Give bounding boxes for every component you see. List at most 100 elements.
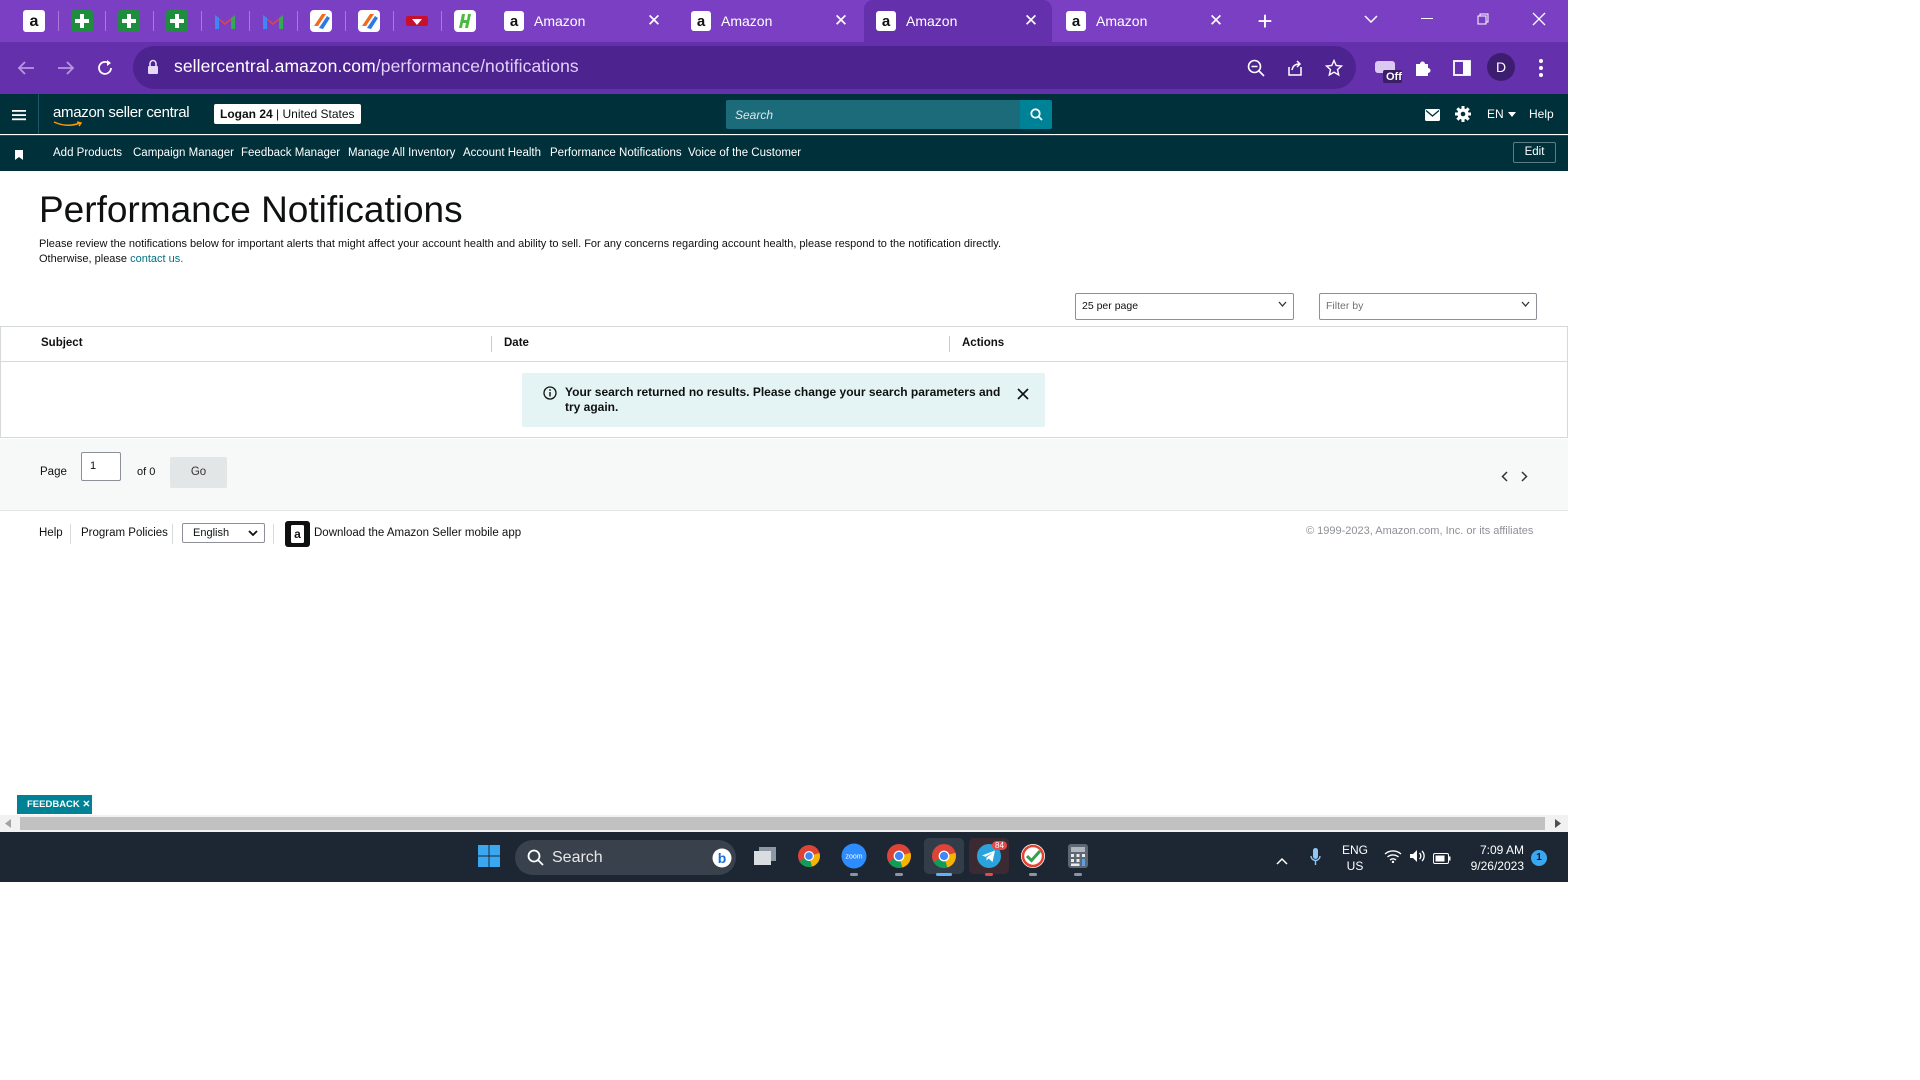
telegram-badge: 84: [992, 841, 1007, 850]
per-page-select[interactable]: 25 per page: [1075, 293, 1294, 320]
help-link[interactable]: Help: [1529, 107, 1554, 121]
input-language-indicator[interactable]: ENG US: [1342, 842, 1368, 874]
seller-central-logo[interactable]: amazon seller central: [53, 104, 190, 127]
filter-select[interactable]: Filter by: [1319, 293, 1537, 320]
search-input[interactable]: Search: [726, 100, 1021, 129]
chrome-icon[interactable]: [795, 842, 823, 870]
close-tab-icon[interactable]: ✕: [643, 11, 665, 31]
download-app-link[interactable]: Download the Amazon Seller mobile app: [314, 527, 521, 539]
bing-icon[interactable]: b: [712, 848, 732, 868]
nav-item-campaign-manager[interactable]: Campaign Manager: [133, 147, 234, 159]
tab-separator: [297, 11, 298, 31]
new-tab-plus-icon[interactable]: +: [1252, 6, 1278, 36]
system-tray-chevron-up-icon[interactable]: [1276, 852, 1288, 870]
store-switcher[interactable]: Logan 24 | United States: [214, 104, 361, 124]
profile-avatar[interactable]: D: [1487, 53, 1515, 81]
zoom-icon[interactable]: zoom: [840, 842, 868, 870]
previous-page-chevron-icon[interactable]: [1501, 469, 1508, 487]
footer-help-link[interactable]: Help: [39, 527, 63, 539]
checkmark-app-icon[interactable]: [1019, 842, 1047, 870]
search-button[interactable]: [1020, 100, 1052, 129]
chevron-down-icon: [1278, 301, 1287, 307]
pinned-tab-gmail[interactable]: [212, 8, 238, 34]
next-page-chevron-icon[interactable]: [1521, 469, 1528, 487]
nav-item-voice-of-the-customer[interactable]: Voice of the Customer: [688, 147, 801, 159]
close-alert-icon[interactable]: [1017, 387, 1029, 405]
go-button[interactable]: Go: [170, 457, 227, 488]
more-menu-icon[interactable]: [1525, 52, 1557, 84]
windows-start-icon[interactable]: [475, 842, 503, 870]
task-view-icon[interactable]: [751, 842, 779, 870]
close-tab-icon[interactable]: ✕: [830, 11, 852, 31]
taskbar-search-box[interactable]: Search b: [515, 840, 736, 875]
pinned-tab-app[interactable]: [308, 8, 334, 34]
pinned-tab-gmail[interactable]: [260, 8, 286, 34]
close-tab-icon[interactable]: ✕: [1205, 11, 1227, 31]
edit-nav-button[interactable]: Edit: [1513, 142, 1556, 163]
nav-item-account-health[interactable]: Account Health: [463, 147, 541, 159]
pinned-tab-amazon[interactable]: a: [21, 8, 47, 34]
pinned-tab-sheets[interactable]: [116, 8, 142, 34]
bookmark-icon[interactable]: [15, 147, 23, 165]
nav-item-performance-notifications[interactable]: Performance Notifications: [550, 147, 682, 159]
pinned-tab-app[interactable]: [452, 8, 478, 34]
lock-icon[interactable]: [147, 59, 159, 80]
settings-gear-icon[interactable]: [1455, 106, 1471, 127]
wifi-icon[interactable]: [1384, 849, 1402, 868]
tab-search-chevron-icon[interactable]: [1348, 0, 1394, 38]
back-arrow-icon[interactable]: [10, 52, 42, 84]
divider: [70, 524, 71, 544]
volume-icon[interactable]: [1409, 849, 1427, 868]
microphone-icon[interactable]: [1310, 848, 1321, 871]
battery-icon[interactable]: [1433, 851, 1451, 869]
nav-item-feedback-manager[interactable]: Feedback Manager: [241, 147, 340, 159]
contact-us-link[interactable]: contact us.: [130, 253, 183, 265]
mail-icon[interactable]: [1425, 108, 1440, 126]
browser-tab[interactable]: a Amazon ✕: [679, 0, 862, 42]
tab-separator: [201, 11, 202, 31]
scrollbar-thumb[interactable]: [20, 817, 1545, 830]
close-tab-icon[interactable]: ✕: [1020, 11, 1042, 31]
side-panel-icon[interactable]: [1446, 52, 1478, 84]
calculator-icon[interactable]: [1064, 842, 1092, 870]
chrome-profile-icon[interactable]: [885, 842, 913, 870]
scroll-right-arrow-icon[interactable]: [1555, 819, 1561, 828]
hamburger-menu-icon[interactable]: [12, 108, 26, 126]
feedback-tab[interactable]: FEEDBACK ✕: [17, 795, 92, 814]
extension-off-icon[interactable]: Off: [1371, 54, 1403, 86]
telegram-icon[interactable]: 84: [969, 838, 1009, 874]
language-menu[interactable]: EN: [1487, 107, 1516, 121]
pinned-tab-app[interactable]: [356, 8, 382, 34]
extensions-puzzle-icon[interactable]: [1407, 52, 1439, 84]
footer-program-policies-link[interactable]: Program Policies: [81, 527, 168, 539]
minimize-icon[interactable]: [1404, 0, 1450, 38]
nav-item-manage-all-inventory[interactable]: Manage All Inventory: [348, 147, 455, 159]
bookmark-star-icon[interactable]: [1318, 52, 1350, 84]
browser-tab[interactable]: a Amazon ✕: [492, 0, 675, 42]
close-window-icon[interactable]: [1516, 0, 1562, 38]
clock[interactable]: 7:09 AM 9/26/2023: [1462, 842, 1524, 874]
horizontal-scrollbar[interactable]: [0, 815, 1568, 832]
chrome-active-icon[interactable]: [924, 838, 964, 874]
pinned-tab-sheets[interactable]: [164, 8, 190, 34]
page-number-input[interactable]: 1: [81, 452, 121, 481]
scroll-left-arrow-icon[interactable]: [5, 819, 11, 828]
reload-icon[interactable]: [89, 52, 121, 84]
nav-item-add-products[interactable]: Add Products: [53, 147, 122, 159]
browser-tab-active[interactable]: a Amazon ✕: [864, 0, 1052, 42]
share-icon[interactable]: [1279, 52, 1311, 84]
footer-language-select[interactable]: English: [182, 523, 265, 543]
browser-tab[interactable]: a Amazon ✕: [1054, 0, 1237, 42]
close-feedback-icon[interactable]: ✕: [82, 799, 90, 810]
pinned-tab-app[interactable]: [404, 8, 430, 34]
pinned-tab-sheets[interactable]: [69, 8, 95, 34]
table-header-divider: [0, 361, 1568, 362]
notification-badge[interactable]: 1: [1531, 850, 1547, 866]
column-header-date[interactable]: Date: [504, 337, 529, 349]
restore-icon[interactable]: [1460, 0, 1506, 38]
forward-arrow-icon[interactable]: [50, 52, 82, 84]
zoom-out-icon[interactable]: [1240, 52, 1272, 84]
url-text[interactable]: sellercentral.amazon.com/performance/not…: [174, 56, 579, 77]
amazon-seller-app-icon[interactable]: a: [285, 521, 310, 552]
column-header-subject[interactable]: Subject: [41, 337, 83, 349]
